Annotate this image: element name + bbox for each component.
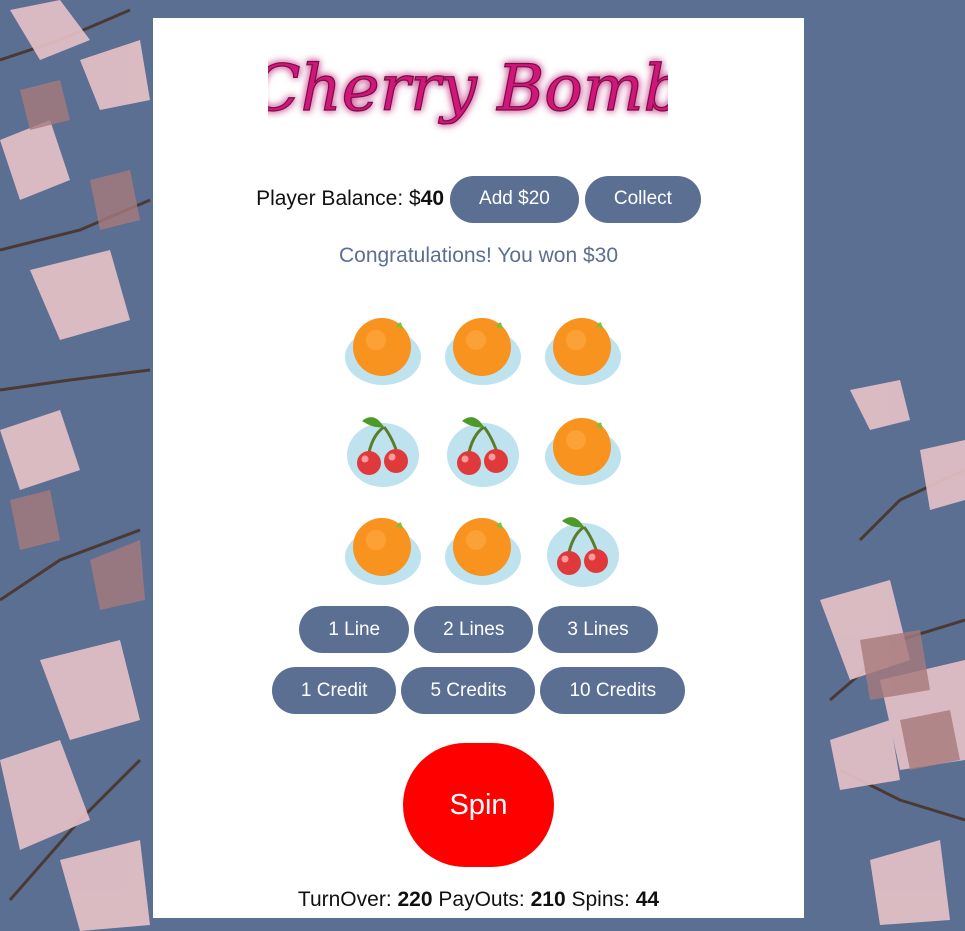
lines-selector: 1 Line 2 Lines 3 Lines xyxy=(153,606,804,653)
player-balance-value: 40 xyxy=(420,187,445,210)
orange-icon xyxy=(335,298,431,398)
spins-value: 44 xyxy=(635,888,660,911)
one-credit-button[interactable]: 1 Credit xyxy=(271,667,397,714)
orange-icon xyxy=(435,498,531,598)
player-balance-label: Player Balance: $ xyxy=(256,187,421,210)
ten-credits-button[interactable]: 10 Credits xyxy=(540,667,686,714)
stats-bar: TurnOver: 220 PayOuts: 210 Spins: 44 xyxy=(153,888,804,912)
one-line-button[interactable]: 1 Line xyxy=(299,606,410,653)
orange-icon xyxy=(435,298,531,398)
game-panel: Cherry Bomb Player Balance: $40 Add $20 … xyxy=(153,18,804,918)
player-balance: Player Balance: $40 xyxy=(256,187,444,211)
add-20-button[interactable]: Add $20 xyxy=(450,175,579,223)
turnover-label: TurnOver: xyxy=(297,888,392,911)
cherry-icon xyxy=(435,398,531,498)
cherry-icon xyxy=(335,398,431,498)
spin-button[interactable]: Spin xyxy=(403,743,554,867)
collect-button[interactable]: Collect xyxy=(584,175,701,223)
credits-selector: 1 Credit 5 Credits 10 Credits xyxy=(153,667,804,714)
orange-icon xyxy=(535,398,631,498)
orange-icon xyxy=(535,298,631,398)
cherry-icon xyxy=(535,498,631,598)
balance-row: Player Balance: $40 Add $20 Collect xyxy=(153,175,804,223)
payouts-label: PayOuts: xyxy=(438,888,525,911)
orange-icon xyxy=(335,498,431,598)
payouts-value: 210 xyxy=(530,888,566,911)
reel-grid xyxy=(335,298,635,598)
cherry-bomb-logo: Cherry Bomb xyxy=(268,51,668,126)
turnover-value: 220 xyxy=(397,888,433,911)
five-credits-button[interactable]: 5 Credits xyxy=(401,667,536,714)
spins-label: Spins: xyxy=(571,888,630,911)
win-message: Congratulations! You won $30 xyxy=(338,244,619,267)
two-lines-button[interactable]: 2 Lines xyxy=(414,606,534,653)
three-lines-button[interactable]: 3 Lines xyxy=(538,606,658,653)
svg-text:Cherry Bomb: Cherry Bomb xyxy=(268,52,668,126)
